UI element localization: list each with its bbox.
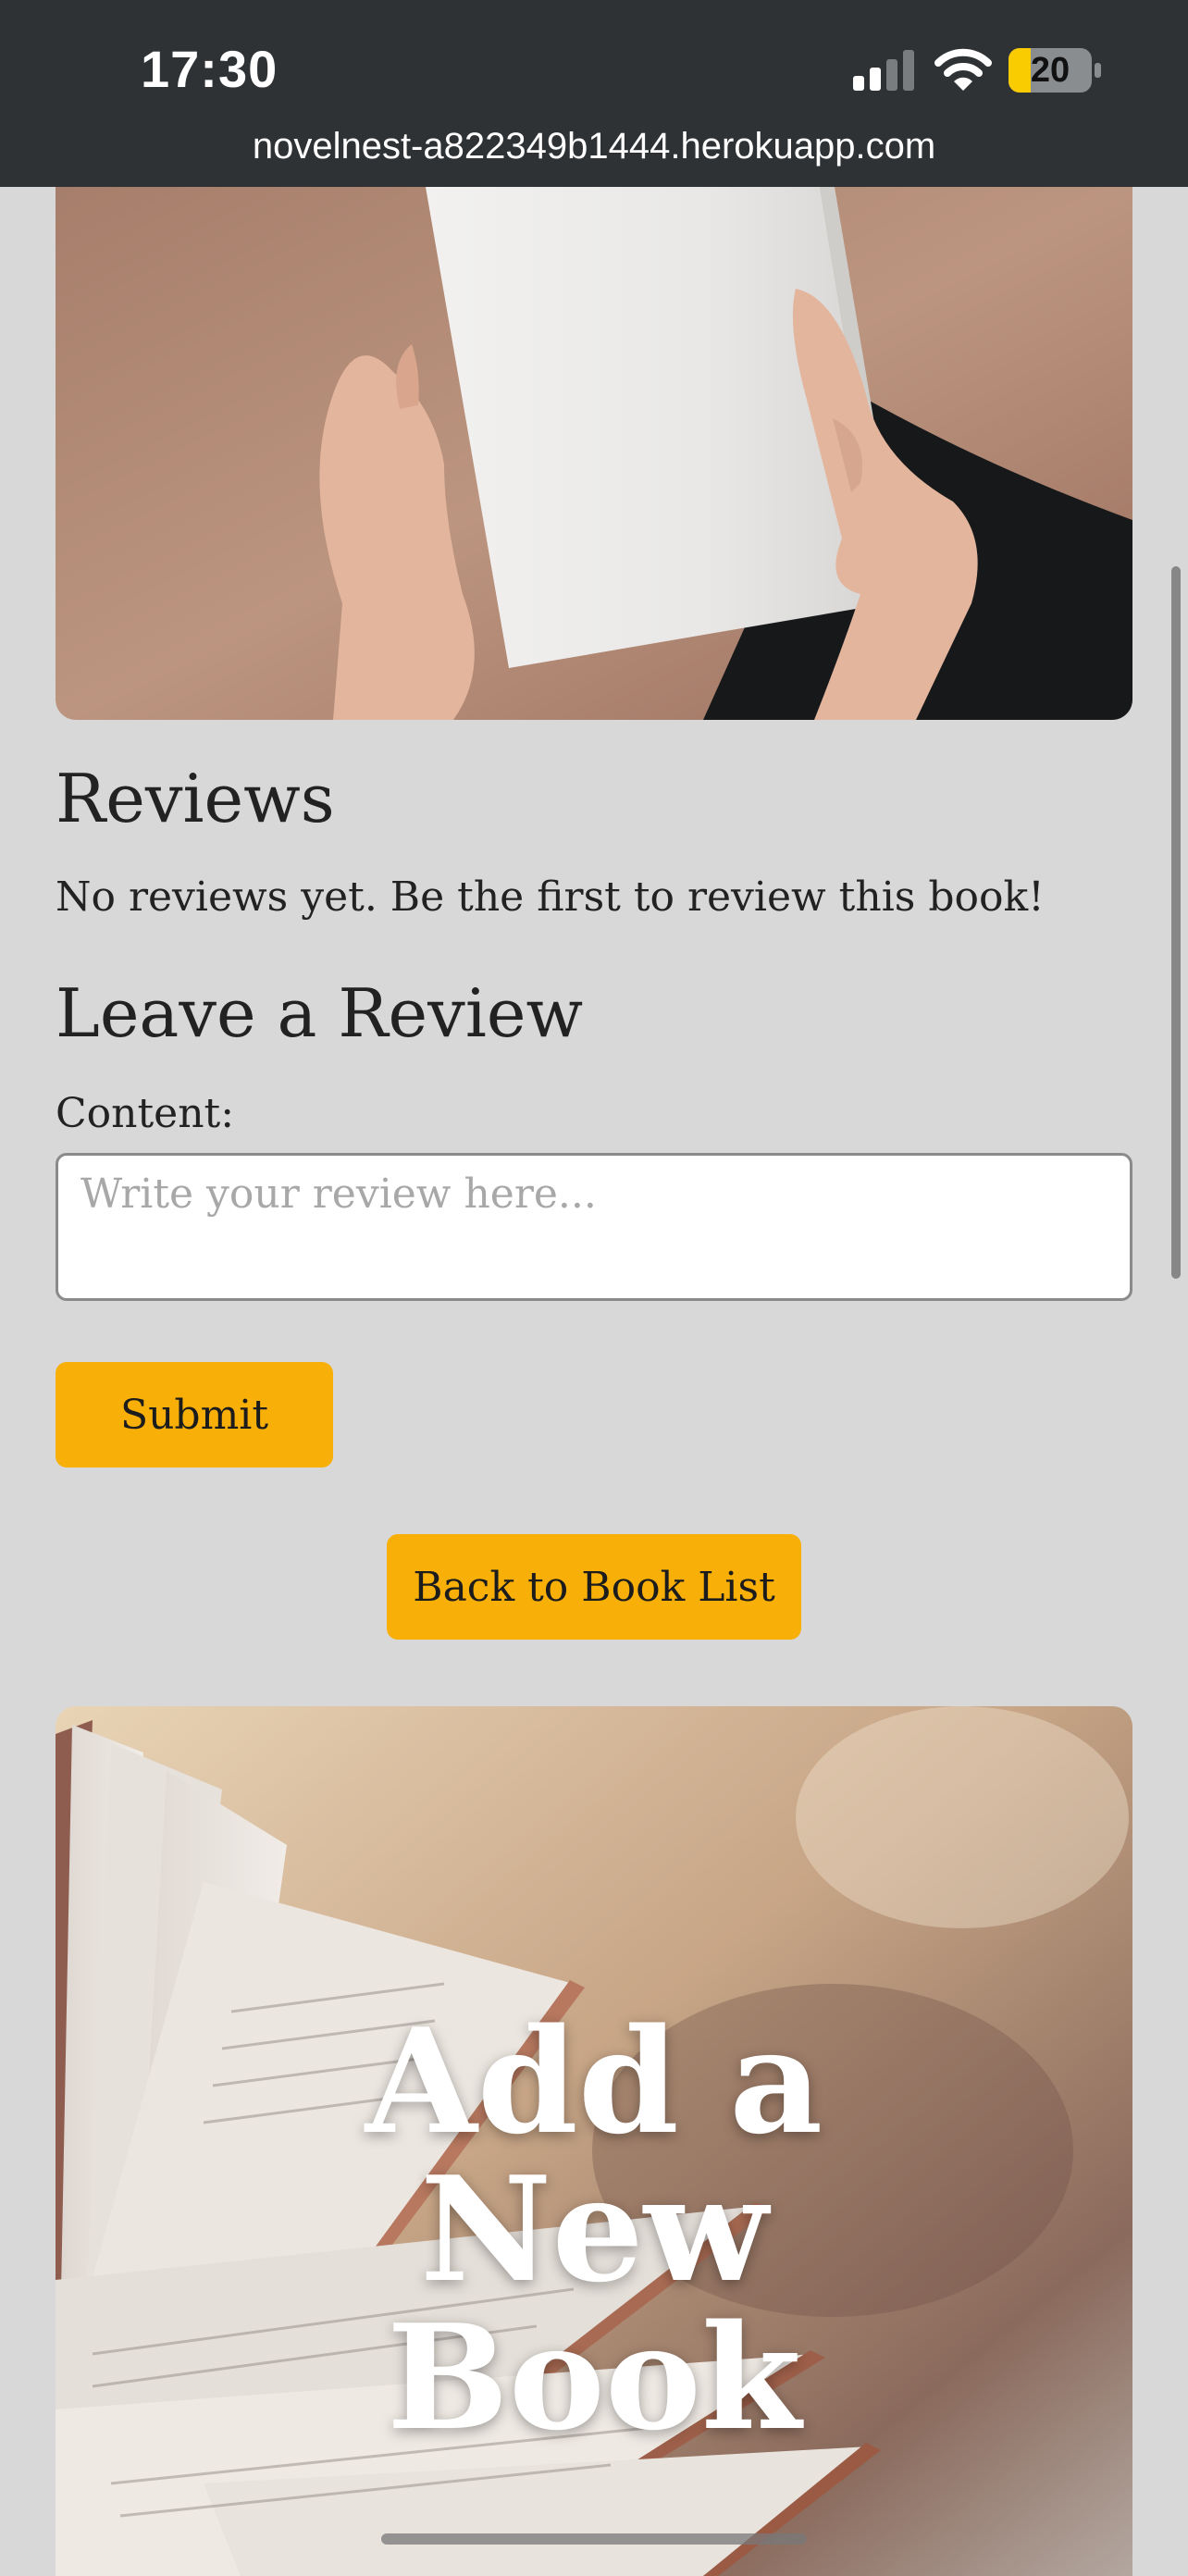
status-bar: 17:30 20 novelnest-a822349b1444.herokuap…: [0, 0, 1188, 187]
add-new-book-title-line-3: Book: [386, 2293, 802, 2462]
back-to-book-list-button[interactable]: Back to Book List: [387, 1534, 801, 1640]
add-new-book-title[interactable]: Add a New Book: [56, 2008, 1132, 2452]
add-new-book-title-line-1: Add a: [365, 1997, 823, 2166]
vertical-scrollbar[interactable]: [1171, 566, 1181, 1279]
wifi-icon: [934, 48, 992, 91]
content-label: Content:: [56, 1090, 235, 1137]
reviews-heading: Reviews: [56, 760, 335, 837]
no-reviews-message: No reviews yet. Be the first to review t…: [56, 873, 1045, 921]
status-time: 17:30: [141, 40, 278, 98]
address-bar-url[interactable]: novelnest-a822349b1444.herokuapp.com: [0, 126, 1188, 167]
add-new-book-title-line-2: New: [419, 2145, 769, 2314]
leave-review-heading: Leave a Review: [56, 974, 584, 1052]
book-cover-image: [56, 187, 1132, 720]
home-indicator[interactable]: [381, 2533, 807, 2545]
signal-icon: [853, 50, 914, 91]
review-content-input[interactable]: [56, 1153, 1132, 1301]
battery-level: 20: [1030, 51, 1070, 90]
submit-button[interactable]: Submit: [56, 1362, 333, 1468]
